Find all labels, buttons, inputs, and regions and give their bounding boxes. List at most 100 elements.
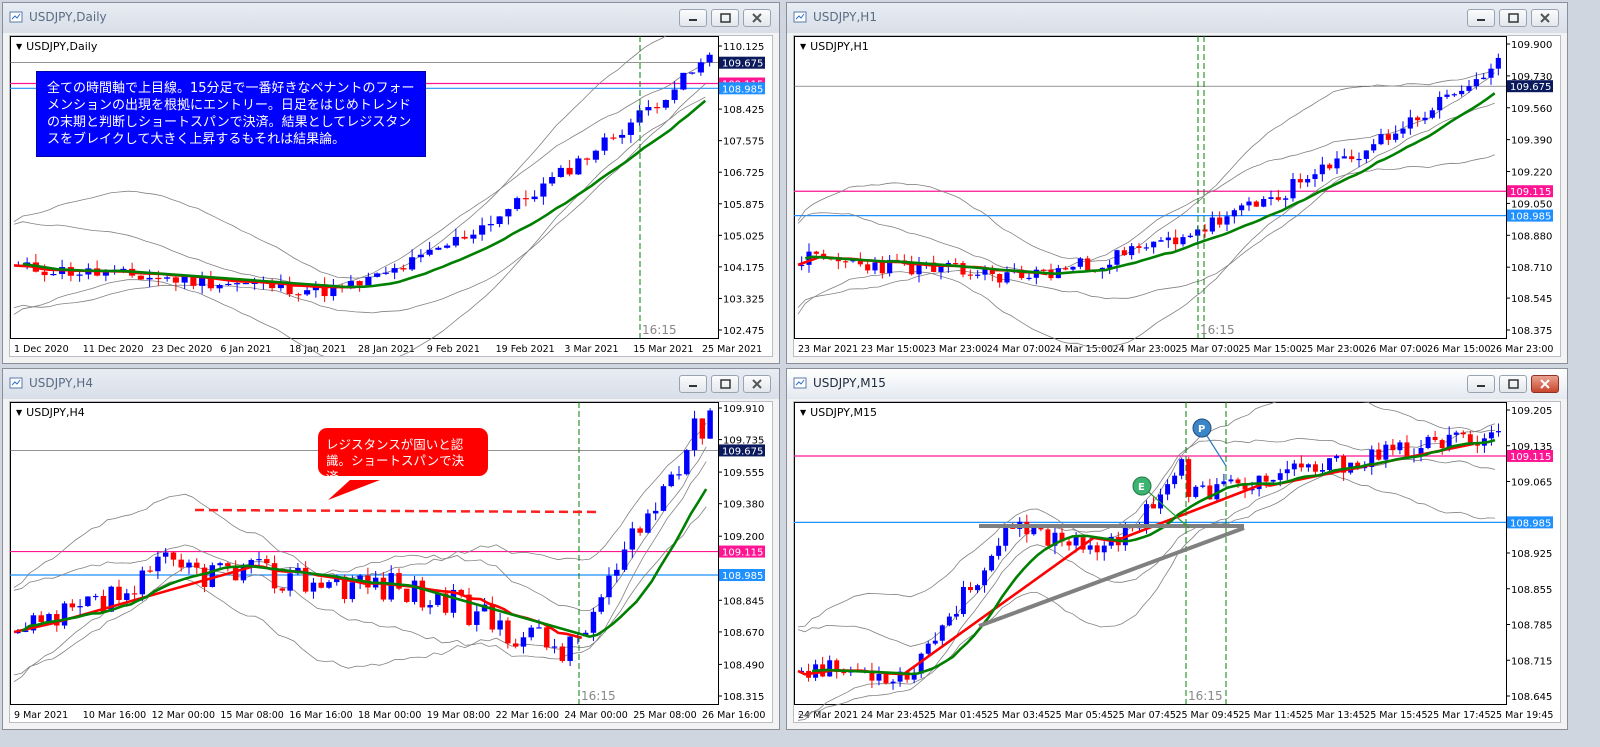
close-button[interactable] [743, 375, 771, 393]
entry-marker-label: E [1138, 482, 1145, 493]
chart-canvas[interactable]: 109.205109.135109.115109.065108.985108.9… [794, 402, 1561, 723]
candle-body [925, 643, 931, 654]
candle-body [304, 290, 311, 295]
candle-body [1151, 504, 1156, 509]
symbol-dropdown[interactable]: ▼ USDJPY,H4 [16, 406, 85, 419]
price-tag: 109.675 [722, 446, 763, 457]
candle-body [841, 671, 847, 674]
bollinger-band-line [13, 461, 707, 676]
bollinger-band-line [797, 102, 1495, 308]
candle-body [388, 573, 394, 600]
candle-body [1422, 117, 1428, 121]
candle-body [960, 263, 966, 275]
symbol-dropdown[interactable]: ▼ USDJPY,H1 [800, 40, 869, 53]
x-tick-label: 23 Mar 23:00 [924, 344, 987, 355]
window-titlebar[interactable]: USDJPY,M15 [787, 369, 1567, 399]
candle-body [697, 62, 704, 73]
candle-body [326, 582, 332, 588]
minimize-icon [1477, 19, 1485, 21]
maximize-button[interactable] [1499, 9, 1527, 27]
candle-body [614, 569, 620, 576]
price-tag: 109.675 [722, 59, 763, 70]
price-chart[interactable]: ▼ USDJPY,H4 109.910 109.735 109.675 109.555 1… [9, 401, 773, 723]
x-tick-label: 25 Mar 05:45 [1050, 710, 1113, 721]
window-titlebar[interactable]: USDJPY,Daily [3, 3, 779, 33]
symbol-dropdown[interactable]: ▼ USDJPY,M15 [800, 406, 877, 419]
candle-body [1404, 442, 1410, 458]
x-tick-label: 25 Mar 07:00 [1175, 344, 1238, 355]
candle-body [242, 283, 249, 285]
chart-canvas[interactable]: 109.900109.730109.675109.560109.390109.2… [794, 36, 1561, 357]
candle-body [1290, 179, 1296, 199]
candle-body [1231, 210, 1237, 217]
bollinger-band-line [797, 69, 1495, 262]
candle-body [637, 528, 643, 533]
y-tick-label: 109.900 [1511, 40, 1552, 51]
candle-body [124, 593, 130, 600]
candle-body [1239, 205, 1245, 211]
maximize-icon [720, 379, 731, 389]
y-tick-label: 108.925 [1511, 549, 1552, 560]
candle-body [1393, 133, 1399, 140]
chart-window-m15[interactable]: USDJPY,M15 ▼ USDJPY,M15 109.205 109.135 109… [786, 368, 1568, 730]
candle-body [131, 593, 138, 595]
candle-body [584, 158, 591, 160]
maximize-button[interactable] [711, 375, 739, 393]
x-tick-label: 24 Mar 07:00 [987, 344, 1050, 355]
maximize-button[interactable] [711, 9, 739, 27]
x-tick-label: 3 Mar 2021 [564, 344, 618, 355]
candle-body [706, 54, 713, 63]
candle-body [1363, 150, 1369, 159]
minimize-button[interactable] [679, 375, 707, 393]
candle-body [865, 264, 871, 271]
y-tick-label: 109.065 [1511, 478, 1552, 489]
candle-body [1031, 527, 1037, 535]
candle-body [1453, 432, 1459, 435]
x-tick-label: 24 Mar 15:00 [1050, 344, 1113, 355]
candle-body [707, 410, 713, 439]
maximize-button[interactable] [1499, 375, 1527, 393]
candle-body [1268, 197, 1274, 199]
close-icon [752, 13, 762, 23]
minimize-button[interactable] [1467, 375, 1495, 393]
window-titlebar[interactable]: USDJPY,H4 [3, 369, 779, 399]
chart-window-h4[interactable]: USDJPY,H4 ▼ USDJPY,H4 109.910 109.735 109.6… [2, 368, 780, 730]
candle-body [1277, 473, 1283, 480]
candle-body [559, 646, 566, 661]
y-tick-label: 109.560 [1511, 104, 1552, 115]
close-button[interactable] [1531, 375, 1559, 393]
maximize-icon [1508, 379, 1519, 389]
window-titlebar[interactable]: USDJPY,H1 [787, 3, 1567, 33]
candle-body [404, 588, 410, 602]
price-chart[interactable]: ▼USDJPY,Daily 110.125109.675109.115108.9… [9, 35, 773, 357]
y-tick-label: 109.555 [723, 468, 764, 479]
candle-body [391, 268, 398, 273]
candle-body [544, 627, 550, 648]
x-tick-label: 15 Mar 2021 [633, 344, 693, 355]
window-title: USDJPY,Daily [29, 10, 107, 24]
close-button[interactable] [743, 9, 771, 27]
close-button[interactable] [1531, 9, 1559, 27]
candle-body [645, 107, 652, 111]
candle-body [1235, 479, 1241, 484]
candle-body [1437, 96, 1443, 111]
candle-body [487, 224, 494, 226]
minimize-button[interactable] [679, 9, 707, 27]
x-tick-label: 25 Mar 2021 [702, 344, 762, 355]
candle-body [1467, 434, 1473, 443]
chart-window-daily[interactable]: USDJPY,Daily ▼ USDJPY,Daily 110.125 109.67… [2, 2, 780, 364]
candle-body [671, 89, 678, 100]
dropdown-triangle-icon: ▼ [16, 42, 23, 51]
price-chart[interactable]: ▼ USDJPY,M15 109.205 109.135 109.115 109.065… [793, 401, 1561, 723]
chart-window-h1[interactable]: USDJPY,H1 ▼ USDJPY,H1 109.900 109.730 109.6… [786, 2, 1568, 364]
candle-body [967, 274, 973, 276]
price-chart[interactable]: ▼ USDJPY,H1 109.900 109.730 109.675 109.560 1… [793, 35, 1561, 357]
candle-body [146, 277, 153, 280]
minimize-button[interactable] [1467, 9, 1495, 27]
candle-body [843, 261, 849, 263]
candle-body [155, 277, 162, 280]
candle-body [1026, 277, 1032, 280]
symbol-dropdown[interactable]: ▼ USDJPY,Daily [16, 40, 97, 53]
candle-body [1246, 201, 1252, 206]
price-tag: 109.675 [1510, 82, 1551, 93]
